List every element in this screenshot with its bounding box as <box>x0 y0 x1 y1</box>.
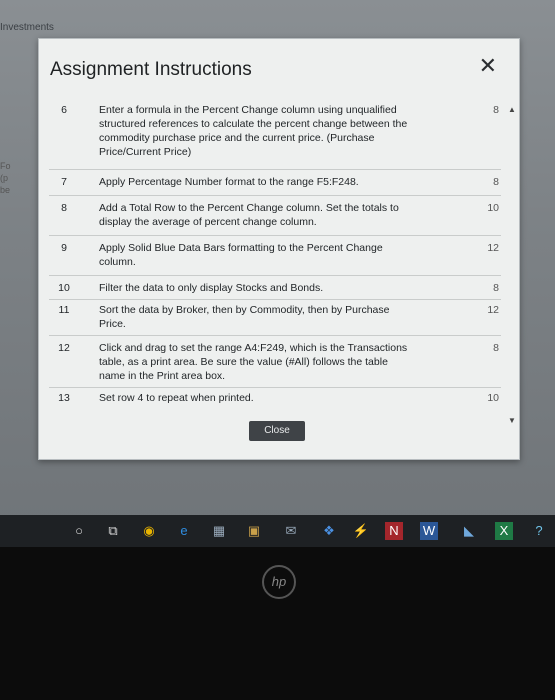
close-icon[interactable]: ✕ <box>479 55 497 77</box>
task-number: 9 <box>61 242 67 254</box>
dialog-title: Assignment Instructions <box>50 59 252 80</box>
row-divider <box>49 335 501 336</box>
sway-icon[interactable]: ⚡ <box>352 522 370 540</box>
onenote-icon[interactable]: N <box>385 522 403 540</box>
row-divider <box>49 387 501 388</box>
task-list: 6 Enter a formula in the Percent Change … <box>49 101 501 409</box>
assignment-instructions-dialog: Assignment Instructions ✕ 6 Enter a form… <box>38 38 520 460</box>
task-text: Enter a formula in the Percent Change co… <box>99 104 408 158</box>
start-icon[interactable]: ○ <box>70 522 88 540</box>
screen: Investments Fo (p be Assignment Instruct… <box>0 0 555 547</box>
task-number: 8 <box>61 202 67 214</box>
task-points: 12 <box>487 242 499 254</box>
task-points: 10 <box>487 392 499 404</box>
task-number: 12 <box>58 342 70 354</box>
task-points: 8 <box>493 342 499 354</box>
briefcase-icon[interactable]: ▣ <box>245 522 263 540</box>
task-text: Add a Total Row to the Percent Change co… <box>99 202 399 228</box>
task-list-scrollbar[interactable]: ▲ ▼ <box>508 105 516 425</box>
mail-icon[interactable]: ✉ <box>282 522 300 540</box>
row-divider <box>49 195 501 196</box>
close-button[interactable]: Close <box>249 421 305 441</box>
task-view-icon[interactable]: ⧉ <box>104 522 122 540</box>
help-icon[interactable]: ? <box>530 522 548 540</box>
task-number: 10 <box>58 282 70 294</box>
task-number: 11 <box>58 304 70 316</box>
excel-icon[interactable]: X <box>495 522 513 540</box>
scroll-up-icon[interactable]: ▲ <box>508 105 516 114</box>
task-points: 8 <box>493 104 499 116</box>
task-points: 8 <box>493 282 499 294</box>
task-text: Filter the data to only display Stocks a… <box>99 282 324 294</box>
task-text: Apply Solid Blue Data Bars formatting to… <box>99 242 383 268</box>
background-sheet-text: Fo (p be <box>0 161 11 195</box>
scroll-down-icon[interactable]: ▼ <box>508 416 516 425</box>
row-divider <box>49 235 501 236</box>
photos-icon[interactable]: ◣ <box>460 522 478 540</box>
chrome-icon[interactable]: ◉ <box>140 522 158 540</box>
app-title: Investments <box>0 22 54 33</box>
task-number: 6 <box>61 104 67 116</box>
task-points: 8 <box>493 176 499 188</box>
task-text: Sort the data by Broker, then by Commodi… <box>99 304 390 330</box>
hp-logo: hp <box>262 565 296 599</box>
dropbox-icon[interactable]: ❖ <box>320 522 338 540</box>
task-number: 13 <box>58 392 70 404</box>
row-divider <box>49 275 501 276</box>
task-text: Apply Percentage Number format to the ra… <box>99 176 359 188</box>
task-points: 12 <box>487 304 499 316</box>
task-text: Set row 4 to repeat when printed. <box>99 392 254 404</box>
edge-icon[interactable]: e <box>175 522 193 540</box>
taskbar: ○ ⧉ ◉ e ▦ ▣ ✉ ❖ ⚡ N W ◣ X ? <box>0 515 555 547</box>
store-icon[interactable]: ▦ <box>210 522 228 540</box>
task-text: Click and drag to set the range A4:F249,… <box>99 342 408 382</box>
task-number: 7 <box>61 176 67 188</box>
task-points: 10 <box>487 202 499 214</box>
word-icon[interactable]: W <box>420 522 438 540</box>
laptop-bezel: hp <box>0 547 555 700</box>
row-divider <box>49 299 501 300</box>
row-divider <box>49 169 501 170</box>
